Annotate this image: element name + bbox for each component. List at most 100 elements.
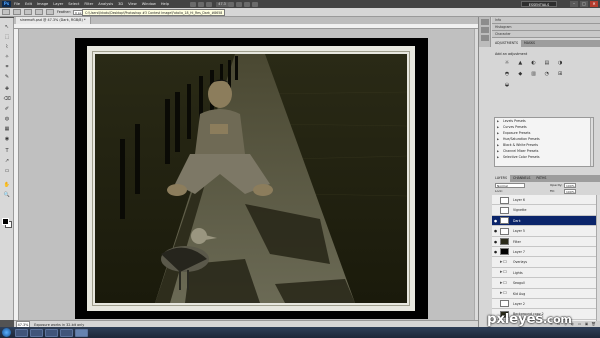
view-extras-icon[interactable] xyxy=(206,1,213,7)
eraser-tool-icon[interactable]: ▦ xyxy=(3,126,11,132)
path-selection-tool-icon[interactable]: ↗ xyxy=(3,158,11,164)
maximize-button[interactable]: □ xyxy=(580,1,588,7)
type-tool-icon[interactable]: T xyxy=(3,148,11,154)
start-button[interactable] xyxy=(2,328,11,337)
menu-layer[interactable]: Layer xyxy=(53,2,63,6)
levels-icon[interactable]: ▲ xyxy=(516,60,524,67)
preset-selective-color[interactable]: Selective Color Presets xyxy=(495,154,593,160)
layer-row[interactable]: Layer 2 xyxy=(492,299,596,310)
layer-row[interactable]: ● Dark xyxy=(492,215,596,227)
invert-icon[interactable]: ◒ xyxy=(503,82,511,89)
subtract-selection-icon[interactable] xyxy=(35,9,43,15)
history-brush-tool-icon[interactable]: ◍ xyxy=(3,116,11,122)
new-group-icon[interactable]: ▭ xyxy=(577,322,582,326)
character-panel-tab[interactable]: Character xyxy=(492,31,600,38)
eyedropper-tool-icon[interactable]: ✎ xyxy=(3,74,11,80)
tab-adjustments[interactable]: ADJUSTMENTS xyxy=(492,40,521,47)
layer-row[interactable]: ● Filter xyxy=(492,237,596,247)
zoom-level-field[interactable]: 47.3 xyxy=(216,1,229,7)
brush-tool-icon[interactable]: ⌫ xyxy=(3,96,11,102)
tab-channels[interactable]: CHANNELS xyxy=(510,175,533,182)
tab-paths[interactable]: PATHS xyxy=(533,175,549,182)
hue-saturation-icon[interactable]: ◓ xyxy=(503,71,511,78)
tool-presets-icon[interactable] xyxy=(480,35,489,41)
marquee-tool-icon[interactable]: ⬚ xyxy=(3,34,11,40)
clone-stamp-tool-icon[interactable]: ✐ xyxy=(3,106,11,112)
shape-tool-icon[interactable]: ▭ xyxy=(3,168,11,174)
menu-image[interactable]: Image xyxy=(37,2,48,6)
color-balance-icon[interactable]: ◆ xyxy=(516,71,524,78)
add-selection-icon[interactable] xyxy=(24,9,32,15)
artwork-canvas[interactable] xyxy=(75,38,428,319)
visibility-eye-icon[interactable]: ● xyxy=(493,237,498,247)
history-panel-icon[interactable] xyxy=(480,19,489,25)
tab-masks[interactable]: MASKS xyxy=(521,40,538,47)
gradient-tool-icon[interactable]: ◉ xyxy=(3,136,11,142)
launch-bridge-icon[interactable] xyxy=(190,1,197,7)
menu-analysis[interactable]: Analysis xyxy=(98,2,113,6)
layer-row[interactable]: ▸▭ Seagull xyxy=(492,278,596,289)
taskbar-item-photoshop[interactable] xyxy=(75,328,88,337)
zoom-tool-icon[interactable]: 🔍 xyxy=(3,192,11,198)
layer-row[interactable]: ● Layer 7 xyxy=(492,247,596,258)
hand-tool-icon[interactable]: ✋ xyxy=(3,182,11,188)
arrange-documents-icon[interactable] xyxy=(244,1,251,7)
visibility-eye-icon[interactable]: ● xyxy=(493,216,498,226)
minimize-button[interactable]: – xyxy=(570,1,578,7)
layer-row[interactable]: ▸▭ Kid Aug xyxy=(492,289,596,299)
intersect-selection-icon[interactable] xyxy=(46,9,54,15)
crop-tool-icon[interactable]: ⌗ xyxy=(3,64,11,70)
taskbar-item-explorer[interactable] xyxy=(15,328,28,337)
layer-row[interactable]: Vignette xyxy=(492,205,596,216)
channel-mixer-icon[interactable]: ⊞ xyxy=(556,71,564,78)
vertical-ruler[interactable] xyxy=(14,29,19,320)
menu-edit[interactable]: Edit xyxy=(25,2,32,6)
zoom-tool-icon[interactable] xyxy=(236,1,243,7)
layer-row[interactable]: ▸▭ Lights xyxy=(492,268,596,279)
layer-row[interactable]: ▸▭ Overlays xyxy=(492,257,596,268)
layer-row[interactable]: ● Layer 5 xyxy=(492,226,596,237)
horizontal-ruler[interactable] xyxy=(14,24,478,29)
lasso-tool-icon[interactable]: ⌇ xyxy=(3,44,11,50)
menu-view[interactable]: View xyxy=(128,2,137,6)
quick-selection-tool-icon[interactable]: ✧ xyxy=(3,54,11,60)
hand-tool-icon[interactable] xyxy=(228,1,235,7)
fill-field[interactable]: 100% xyxy=(564,189,576,194)
tab-layers[interactable]: LAYERS xyxy=(492,175,510,182)
black-white-icon[interactable]: ▥ xyxy=(530,71,538,78)
photo-filter-icon[interactable]: ◔ xyxy=(543,71,551,78)
menu-select[interactable]: Select xyxy=(68,2,79,6)
brightness-contrast-icon[interactable]: ☼ xyxy=(503,60,511,67)
move-tool-icon[interactable]: ↖ xyxy=(3,24,11,30)
foreground-color-swatch[interactable] xyxy=(2,218,9,225)
visibility-eye-icon[interactable]: ● xyxy=(493,226,498,236)
close-button[interactable]: ✕ xyxy=(590,1,598,7)
taskbar-item-folder[interactable] xyxy=(45,328,58,337)
new-selection-icon[interactable] xyxy=(13,9,21,15)
visibility-eye-icon[interactable]: ● xyxy=(493,247,498,257)
actions-panel-icon[interactable] xyxy=(480,27,489,33)
info-panel-tab[interactable]: Info xyxy=(492,17,600,24)
screen-mode-icon[interactable] xyxy=(252,1,259,7)
menu-help[interactable]: Help xyxy=(161,2,169,6)
curves-icon[interactable]: ◐ xyxy=(530,60,538,67)
tool-preset-picker[interactable] xyxy=(2,9,10,15)
presets-scrollbar[interactable] xyxy=(590,118,593,166)
launch-mini-bridge-icon[interactable] xyxy=(198,1,205,7)
new-layer-icon[interactable]: ▣ xyxy=(584,322,589,326)
layer-row[interactable]: Layer 6 xyxy=(492,195,596,206)
opacity-field[interactable]: 100% xyxy=(564,183,576,188)
delete-layer-icon[interactable]: 🗑 xyxy=(591,322,596,326)
menu-file[interactable]: File xyxy=(14,2,20,6)
workspace-switcher[interactable]: ESSENTIALS xyxy=(521,1,557,7)
healing-brush-tool-icon[interactable]: ✚ xyxy=(3,86,11,92)
taskbar-item-media[interactable] xyxy=(60,328,73,337)
vibrance-icon[interactable]: ◑ xyxy=(556,60,564,67)
exposure-icon[interactable]: ▤ xyxy=(543,60,551,67)
layers-scrollbar[interactable] xyxy=(596,195,600,321)
document-tab[interactable]: sinemoft.psd @ 47.3% (Dark, RGB/8) * xyxy=(16,17,91,24)
menu-3d[interactable]: 3D xyxy=(118,2,123,6)
taskbar-item-browser[interactable] xyxy=(30,328,43,337)
blend-mode-select[interactable]: Normal xyxy=(495,183,525,188)
histogram-panel-tab[interactable]: Histogram xyxy=(492,24,600,31)
